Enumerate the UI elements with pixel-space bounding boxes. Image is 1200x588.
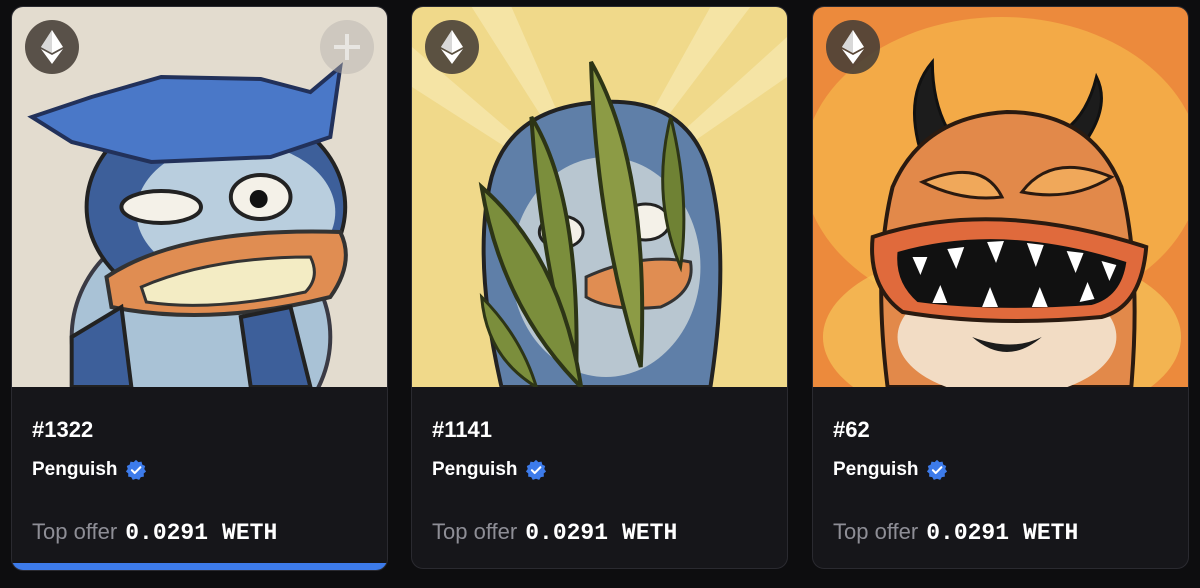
token-id: #1141: [432, 417, 492, 442]
ethereum-icon: [25, 20, 79, 74]
offer-currency: WETH: [622, 520, 678, 546]
token-id: #62: [833, 417, 870, 442]
collection-name[interactable]: Penguish: [833, 459, 948, 481]
collection-label: Penguish: [32, 459, 118, 480]
offer-label: Top offer: [432, 519, 518, 544]
plus-icon: [334, 34, 360, 60]
ethereum-icon: [425, 20, 479, 74]
nft-card[interactable]: #62 Penguish Top offer 0.0291 WETH: [812, 6, 1189, 569]
offer-value: 0.0291: [926, 520, 1010, 546]
nft-card[interactable]: #1322 Penguish Top offer 0.0291 WETH: [11, 6, 388, 571]
card-info: #1322 Penguish Top offer 0.0291 WETH: [12, 387, 387, 570]
offer-label: Top offer: [32, 519, 118, 544]
collection-name[interactable]: Penguish: [432, 459, 547, 481]
offer-value: 0.0291: [125, 520, 209, 546]
ethereum-icon: [826, 20, 880, 74]
verified-badge-icon: [125, 459, 146, 480]
token-id: #1322: [32, 417, 94, 442]
offer-value: 0.0291: [525, 520, 609, 546]
add-to-cart-button[interactable]: [320, 20, 374, 74]
offer-currency: WETH: [1023, 520, 1079, 546]
collection-label: Penguish: [833, 459, 919, 480]
card-info: #62 Penguish Top offer 0.0291 WETH: [813, 387, 1188, 568]
offer-label: Top offer: [833, 519, 919, 544]
offer-currency: WETH: [222, 520, 278, 546]
top-offer: Top offer 0.0291 WETH: [432, 519, 677, 546]
nft-card[interactable]: #1141 Penguish Top offer 0.0291 WETH: [411, 6, 788, 569]
card-info: #1141 Penguish Top offer 0.0291 WETH: [412, 387, 787, 568]
collection-name[interactable]: Penguish: [32, 459, 147, 481]
verified-badge-icon: [926, 459, 947, 480]
top-offer: Top offer 0.0291 WETH: [833, 519, 1078, 546]
verified-badge-icon: [525, 459, 546, 480]
collection-label: Penguish: [432, 459, 518, 480]
selected-indicator-bar: [12, 563, 387, 570]
top-offer: Top offer 0.0291 WETH: [32, 519, 277, 546]
